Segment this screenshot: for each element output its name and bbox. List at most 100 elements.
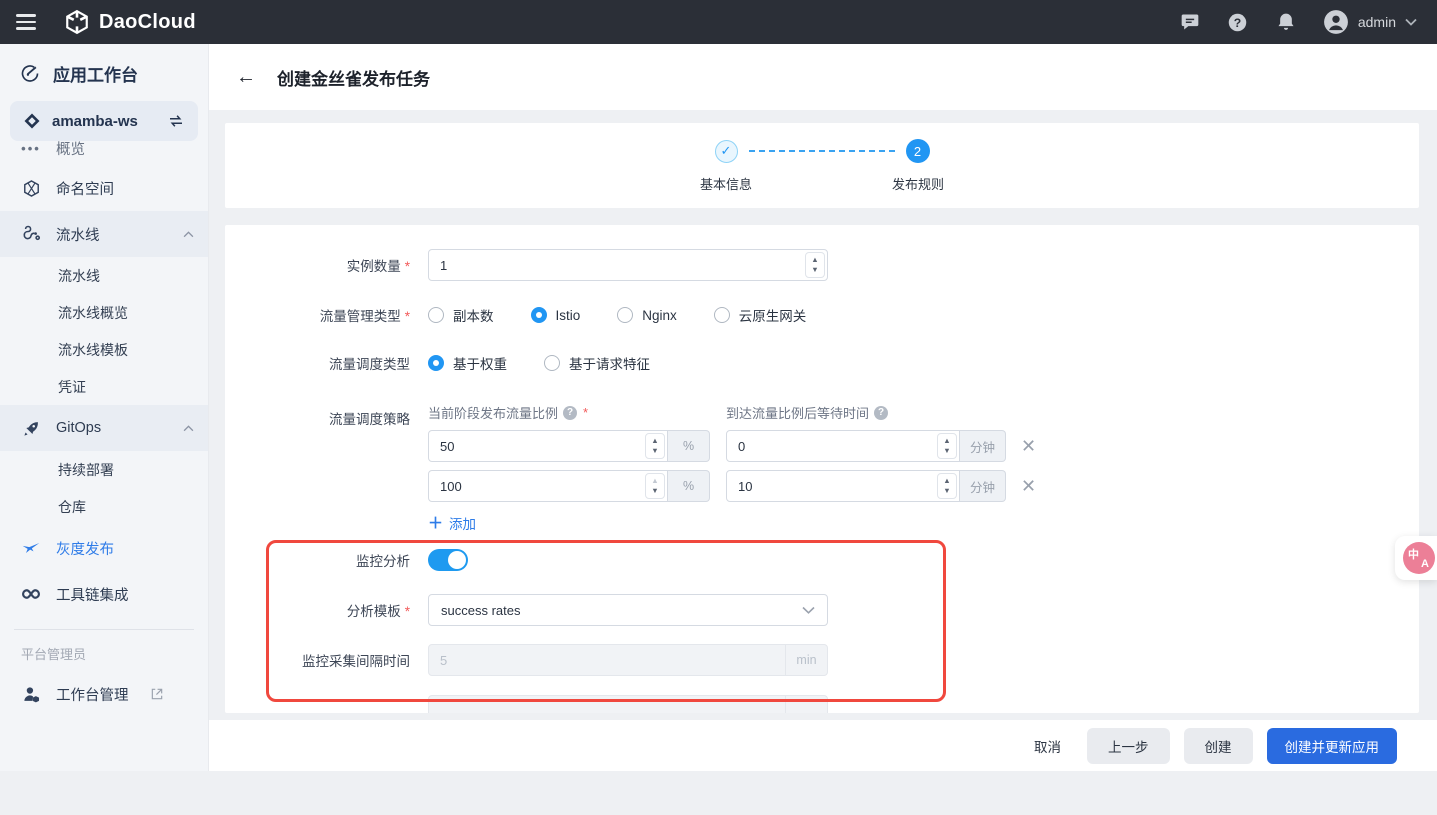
sidebar-item-repository[interactable]: 仓库 <box>0 488 208 525</box>
sidebar-item-workspace-management[interactable]: 工作台管理 <box>0 671 208 717</box>
policy-col2-header: 到达流量比例后等待时间 <box>726 403 869 422</box>
switch-workspace-icon[interactable] <box>167 113 185 129</box>
clipped-input <box>428 695 828 713</box>
sidebar-item-continuous-deploy[interactable]: 持续部署 <box>0 451 208 488</box>
page-title: 创建金丝雀发布任务 <box>277 65 430 90</box>
step-1-done-icon: ✓ <box>715 140 738 163</box>
sidebar-item-label: 持续部署 <box>58 460 114 480</box>
percent-input[interactable] <box>428 430 668 462</box>
brand-logo: DaoCloud <box>64 9 196 35</box>
radio-icon <box>544 355 560 371</box>
workspace-name: amamba-ws <box>52 113 138 130</box>
sidebar-item-pipeline-overview[interactable]: 流水线概览 <box>0 294 208 331</box>
number-stepper[interactable]: ▲▼ <box>645 433 665 459</box>
topbar: DaoCloud ? admin <box>0 0 1437 44</box>
sidebar-group-label: GitOps <box>56 420 101 436</box>
number-stepper[interactable]: ▲▼ <box>937 433 957 459</box>
sidebar-group-gitops[interactable]: GitOps <box>0 405 208 451</box>
radio-istio[interactable]: Istio <box>531 307 581 323</box>
workspace-selector[interactable]: amamba-ws <box>10 101 198 141</box>
radio-icon <box>617 307 633 323</box>
radio-request-feature-based[interactable]: 基于请求特征 <box>544 353 650 373</box>
step-1-label: 基本信息 <box>700 174 752 193</box>
monitor-toggle[interactable] <box>428 549 468 571</box>
avatar-icon <box>1323 9 1349 35</box>
svg-text:?: ? <box>1234 15 1241 29</box>
translate-icon[interactable]: 中 A <box>1403 542 1435 574</box>
sidebar-item-label: 概览 <box>56 141 85 159</box>
remove-row-icon[interactable]: ✕ <box>1021 477 1036 495</box>
radio-cloud-native-gateway[interactable]: 云原生网关 <box>714 305 807 325</box>
sidebar-group-pipeline[interactable]: 流水线 <box>0 211 208 257</box>
translate-zh-glyph: 中 <box>1408 546 1419 562</box>
sidebar-item-pipeline-template[interactable]: 流水线模板 <box>0 331 208 368</box>
sidebar-item-credentials[interactable]: 凭证 <box>0 368 208 405</box>
cancel-button[interactable]: 取消 <box>1022 728 1073 764</box>
workspace-icon <box>23 112 41 130</box>
admin-user-icon <box>21 685 41 704</box>
sidebar-item-canary-release[interactable]: 灰度发布 <box>0 525 208 571</box>
percent-input[interactable] <box>428 470 668 502</box>
translate-a-glyph: A <box>1421 558 1429 570</box>
help-tooltip-icon[interactable]: ? <box>563 406 577 420</box>
radio-checked-icon <box>428 355 444 371</box>
radio-label: Nginx <box>642 308 677 323</box>
policy-col1-header: 当前阶段发布流量比例 <box>428 403 558 422</box>
remove-row-icon[interactable]: ✕ <box>1021 437 1036 455</box>
previous-step-button[interactable]: 上一步 <box>1087 728 1170 764</box>
instance-count-input[interactable] <box>428 249 828 281</box>
number-stepper[interactable]: ▲▼ <box>937 473 957 499</box>
sidebar-item-toolchain[interactable]: 工具链集成 <box>0 571 208 617</box>
analysis-template-select[interactable]: success rates <box>428 594 828 626</box>
add-policy-row-button[interactable]: ＋ 添加 <box>428 512 1036 533</box>
help-icon[interactable]: ? <box>1227 11 1249 33</box>
sidebar-section-label: 平台管理员 <box>0 634 208 671</box>
add-label: 添加 <box>449 513 476 533</box>
instance-count-label: 实例数量* <box>225 255 410 275</box>
monitor-interval-input-disabled: 5 min <box>428 644 828 676</box>
canary-bird-icon <box>21 539 41 557</box>
schedule-type-label: 流量调度类型 <box>225 353 410 373</box>
back-arrow-icon[interactable]: ← <box>236 67 256 87</box>
floating-widget: 中 A <box>1395 536 1437 580</box>
monitor-label: 监控分析 <box>225 550 410 570</box>
help-tooltip-icon[interactable]: ? <box>874 406 888 420</box>
chevron-up-icon <box>183 231 194 238</box>
sidebar-item-label: 工作台管理 <box>56 684 129 705</box>
namespace-cube-icon <box>21 179 41 198</box>
radio-label: 基于权重 <box>453 353 507 373</box>
sidebar-group-label: 流水线 <box>56 224 100 245</box>
create-and-update-button[interactable]: 创建并更新应用 <box>1267 728 1398 764</box>
template-label: 分析模板* <box>225 600 410 620</box>
required-star: * <box>405 604 410 619</box>
wait-time-input[interactable] <box>726 470 960 502</box>
infinity-icon <box>21 588 41 600</box>
interval-placeholder: 5 <box>429 653 785 668</box>
user-menu[interactable]: admin <box>1323 9 1417 35</box>
radio-replicas[interactable]: 副本数 <box>428 305 494 325</box>
menu-icon[interactable] <box>16 10 36 33</box>
workspace-header: 应用工作台 <box>0 44 208 99</box>
message-icon[interactable] <box>1179 11 1201 33</box>
required-star: * <box>405 259 410 274</box>
radio-icon <box>714 307 730 323</box>
required-star: * <box>583 405 588 420</box>
sidebar-item-overview-clipped[interactable]: ••• 概览 <box>0 141 208 159</box>
radio-weight-based[interactable]: 基于权重 <box>428 353 507 373</box>
radio-icon <box>428 307 444 323</box>
policy-row: ▲▼ % ▲▼ 分钟 ✕ <box>428 430 1036 462</box>
sidebar: 应用工作台 amamba-ws ••• 概览 <box>0 44 209 771</box>
radio-nginx[interactable]: Nginx <box>617 307 677 323</box>
brand-name: DaoCloud <box>99 11 196 34</box>
sidebar-item-label: 流水线概览 <box>58 303 128 323</box>
footer-action-bar: 取消 上一步 创建 创建并更新应用 <box>209 720 1437 771</box>
number-stepper[interactable]: ▲▼ <box>645 473 665 499</box>
notification-bell-icon[interactable] <box>1275 11 1297 33</box>
number-stepper[interactable]: ▲▼ <box>805 252 825 278</box>
sidebar-item-pipeline[interactable]: 流水线 <box>0 257 208 294</box>
create-button[interactable]: 创建 <box>1184 728 1253 764</box>
policy-row: ▲▼ % ▲▼ 分钟 ✕ <box>428 470 1036 502</box>
sidebar-item-namespace[interactable]: 命名空间 <box>0 165 208 211</box>
main-content: ← 创建金丝雀发布任务 ✓ 2 基本信息 发布规则 实例数量* ▲▼ <box>209 44 1437 771</box>
wait-time-input[interactable] <box>726 430 960 462</box>
